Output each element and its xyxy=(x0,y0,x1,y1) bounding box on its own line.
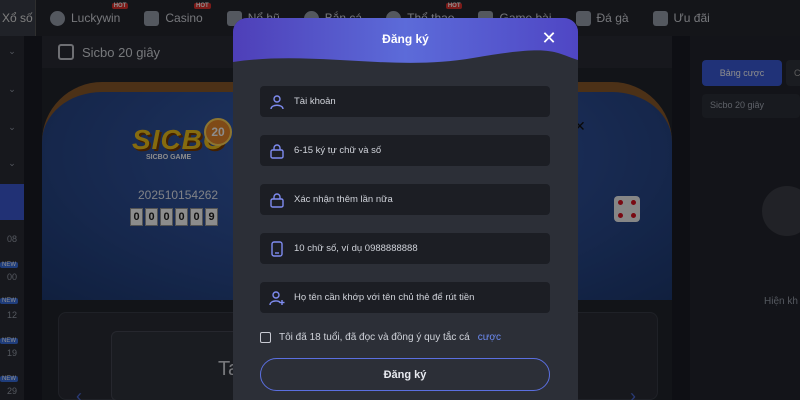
confirm-password-placeholder: Xác nhận thêm lần nữa xyxy=(294,194,393,205)
lock-icon xyxy=(270,192,284,208)
confirm-password-field[interactable]: Xác nhận thêm lần nữa xyxy=(260,184,550,215)
fullname-field[interactable]: Họ tên cần khớp với tên chủ thẻ để rút t… xyxy=(260,282,550,313)
age-agreement: Tôi đã 18 tuổi, đã đọc và đồng ý quy tắc… xyxy=(260,332,501,343)
phone-icon xyxy=(271,240,283,257)
phone-placeholder: 10 chữ số, ví dụ 0988888888 xyxy=(294,243,418,254)
username-placeholder: Tài khoản xyxy=(294,96,336,107)
register-modal: Đăng ký ✕ Tài khoản 6-15 ký tự chữ và số… xyxy=(233,18,578,400)
add-user-icon xyxy=(269,290,285,305)
username-field[interactable]: Tài khoản xyxy=(260,86,550,117)
lock-icon xyxy=(270,143,284,159)
register-button[interactable]: Đăng ký xyxy=(260,358,550,391)
agree-checkbox[interactable] xyxy=(260,332,271,343)
password-field[interactable]: 6-15 ký tự chữ và số xyxy=(260,135,550,166)
header-wave xyxy=(233,50,578,72)
phone-field[interactable]: 10 chữ số, ví dụ 0988888888 xyxy=(260,233,550,264)
rules-link[interactable]: cược xyxy=(478,332,501,343)
fullname-placeholder: Họ tên cần khớp với tên chủ thẻ để rút t… xyxy=(294,292,475,303)
agree-text: Tôi đã 18 tuổi, đã đọc và đồng ý quy tắc… xyxy=(279,332,470,343)
password-placeholder: 6-15 ký tự chữ và số xyxy=(294,145,382,156)
modal-title: Đăng ký xyxy=(382,32,429,46)
close-icon[interactable]: ✕ xyxy=(539,28,559,48)
user-icon xyxy=(270,94,284,109)
